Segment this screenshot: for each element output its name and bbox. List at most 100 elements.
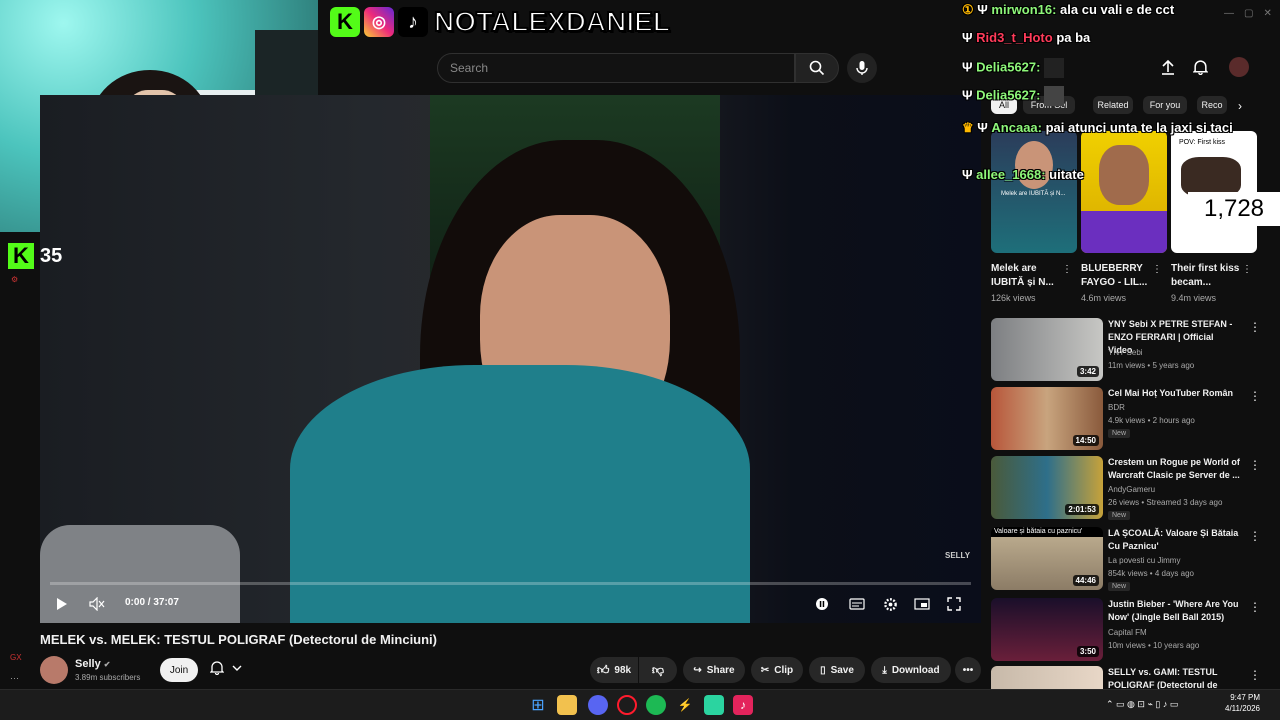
more-vertical-icon[interactable]: ⋮ <box>1062 264 1072 275</box>
recommendation-channel[interactable]: Capital FM <box>1108 628 1147 637</box>
more-vertical-icon[interactable]: ⋮ <box>1249 320 1261 334</box>
short-title[interactable]: BLUEBERRY FAYGO - LIL... <box>1081 262 1151 290</box>
discord-icon[interactable] <box>588 695 608 715</box>
subtitles-button[interactable] <box>847 594 867 614</box>
chip-for-you[interactable]: For you <box>1143 96 1187 114</box>
tiktok-app-icon[interactable]: ♪ <box>733 695 753 715</box>
settings-button[interactable] <box>880 594 900 614</box>
bolt-app-icon[interactable]: ⚡ <box>675 695 695 715</box>
join-button[interactable]: Join <box>160 658 198 682</box>
channel-avatar[interactable] <box>40 656 68 684</box>
taskbar-clock[interactable]: 9:47 PM 4/11/2026 <box>1225 692 1260 714</box>
short-views: 9.4m views <box>1171 293 1217 303</box>
more-icon[interactable]: ⋯ <box>10 673 19 684</box>
recommendation-item[interactable]: Valoare și bătaia cu paznicu' 44:46 LA Ș… <box>991 527 1261 591</box>
search-input[interactable]: Search <box>437 53 795 83</box>
short-thumbnail[interactable]: Melek are IUBITĂ și N... <box>991 131 1077 253</box>
more-vertical-icon[interactable]: ⋮ <box>1249 529 1261 543</box>
short-title[interactable]: Their first kiss becam... <box>1171 262 1241 290</box>
dislike-button[interactable]: 👎︎ <box>639 657 677 683</box>
more-vertical-icon[interactable]: ⋮ <box>1242 264 1252 275</box>
share-button[interactable]: ↪ Share <box>683 657 745 683</box>
download-button[interactable]: ⤓ Download <box>871 657 951 683</box>
kick-count: 35 <box>40 244 63 267</box>
more-vertical-icon[interactable]: ⋮ <box>1249 668 1261 682</box>
more-vertical-icon[interactable]: ⋮ <box>1152 264 1162 275</box>
video-thumbnail[interactable]: 3:50 <box>991 598 1103 661</box>
recommendation-item[interactable]: 3:50 Justin Bieber - 'Where Are You Now'… <box>991 598 1261 662</box>
minimize-icon[interactable]: — <box>1224 8 1234 19</box>
video-thumbnail[interactable]: 14:50 <box>991 387 1103 450</box>
more-vertical-icon[interactable]: ⋮ <box>1249 600 1261 614</box>
maximize-icon[interactable]: ▢ <box>1244 8 1253 19</box>
subtitles-icon <box>849 598 865 610</box>
microphone-icon <box>856 61 868 75</box>
new-badge: New <box>1108 511 1131 520</box>
recommendation-item[interactable]: 3:42 YNY Sebi X PETRE STEFAN - ENZO FERR… <box>991 318 1261 382</box>
recommendation-title[interactable]: Justin Bieber - 'Where Are You Now' (Jin… <box>1108 598 1240 624</box>
account-avatar[interactable] <box>1229 57 1249 77</box>
upload-button[interactable] <box>1160 59 1176 80</box>
fullscreen-button[interactable] <box>944 594 964 614</box>
recommendation-channel[interactable]: La povesti cu Jimmy <box>1108 556 1180 565</box>
recommendation-item[interactable]: SELLY vs. GAMI: TESTUL POLIGRAF (Detecto… <box>991 666 1261 689</box>
windows-start-icon[interactable]: ⊞ <box>528 695 548 715</box>
close-icon[interactable]: ✕ <box>1263 8 1271 19</box>
recommendation-channel[interactable]: BDR <box>1108 403 1125 412</box>
channel-watermark: SELLY <box>945 551 971 560</box>
more-vertical-icon[interactable]: ⋮ <box>1249 458 1261 472</box>
theater-mode-button[interactable] <box>912 594 932 614</box>
theater-mode-icon <box>914 598 930 610</box>
chevron-right-icon[interactable]: › <box>1238 99 1242 113</box>
system-tray[interactable]: ⌃ ▭ ◍ ⊡ ⌁ ▯ ♪ ▭ <box>1106 699 1178 710</box>
streamer-name: NOTALEXDANIEL <box>433 5 671 38</box>
clip-button[interactable]: ✂ Clip <box>751 657 803 683</box>
recommendation-item[interactable]: 2:01:53 Crestem un Rogue pe World of War… <box>991 456 1261 520</box>
like-button[interactable]: 👍︎ 98k <box>590 657 638 683</box>
duration-badge: 3:42 <box>1076 366 1099 377</box>
save-button[interactable]: ▯ Save <box>809 657 865 683</box>
recommendation-channel[interactable]: YNY Sebi <box>1108 348 1143 357</box>
notifications-button[interactable] <box>1192 59 1209 80</box>
video-thumbnail[interactable]: Valoare și bătaia cu paznicu' 44:46 <box>991 527 1103 590</box>
short-title[interactable]: Melek are IUBITĂ și N... <box>991 262 1061 290</box>
video-player[interactable]: SELLY 0:00 / 37:07 <box>40 95 981 623</box>
progress-bar[interactable] <box>50 582 971 585</box>
app-icon[interactable] <box>704 695 724 715</box>
recommendation-title[interactable]: LA ȘCOALĂ: Valoare Și Bătaia Cu Paznicu' <box>1108 527 1240 553</box>
tiktok-icon: ♪ <box>398 7 428 37</box>
channel-name[interactable]: Selly ✔ <box>75 658 110 670</box>
short-thumbnail[interactable] <box>1081 131 1167 253</box>
more-vertical-icon[interactable]: ⋮ <box>1249 389 1261 403</box>
file-explorer-icon[interactable] <box>557 695 577 715</box>
upload-icon <box>1162 59 1174 75</box>
chat-message: ♛ Ψ Ancaaa: pai atunci unta te la jaxi s… <box>962 120 1233 135</box>
duration-badge: 14:50 <box>1072 435 1099 446</box>
notifications-dropdown[interactable] <box>210 660 242 675</box>
video-thumbnail[interactable]: 3:42 <box>991 318 1103 381</box>
chip-related[interactable]: Related <box>1093 96 1133 114</box>
recommendation-title[interactable]: Cel Mai Hoț YouTuber Român <box>1108 387 1240 400</box>
search-button[interactable] <box>795 53 839 83</box>
voice-search-button[interactable] <box>847 53 877 83</box>
time-display: 0:00 / 37:07 <box>125 597 179 608</box>
spotify-icon[interactable] <box>646 695 666 715</box>
recommendation-meta: 10m views • 10 years ago <box>1108 641 1200 650</box>
new-badge: New <box>1108 429 1131 438</box>
recommendation-title[interactable]: SELLY vs. GAMI: TESTUL POLIGRAF (Detecto… <box>1108 666 1240 689</box>
video-thumbnail[interactable] <box>991 666 1103 689</box>
settings-icon: ⚙ <box>11 275 19 284</box>
download-icon: ⤓ <box>882 664 887 676</box>
chip-recommended[interactable]: Reco <box>1197 96 1227 114</box>
opera-gx-icon[interactable] <box>617 695 637 715</box>
recommendation-item[interactable]: 14:50 Cel Mai Hoț YouTuber Român BDR 4.9… <box>991 387 1261 451</box>
verified-icon: ✔ <box>103 660 111 669</box>
autoplay-toggle[interactable] <box>812 594 832 614</box>
recommendation-title[interactable]: Crestem un Rogue pe World of Warcraft Cl… <box>1108 456 1240 482</box>
recommendation-channel[interactable]: AndyGameru <box>1108 485 1155 494</box>
chevron-down-icon <box>232 665 242 671</box>
more-actions-button[interactable]: ••• <box>955 657 981 683</box>
mute-button[interactable] <box>87 594 107 614</box>
video-thumbnail[interactable]: 2:01:53 <box>991 456 1103 519</box>
play-button[interactable] <box>52 594 72 614</box>
